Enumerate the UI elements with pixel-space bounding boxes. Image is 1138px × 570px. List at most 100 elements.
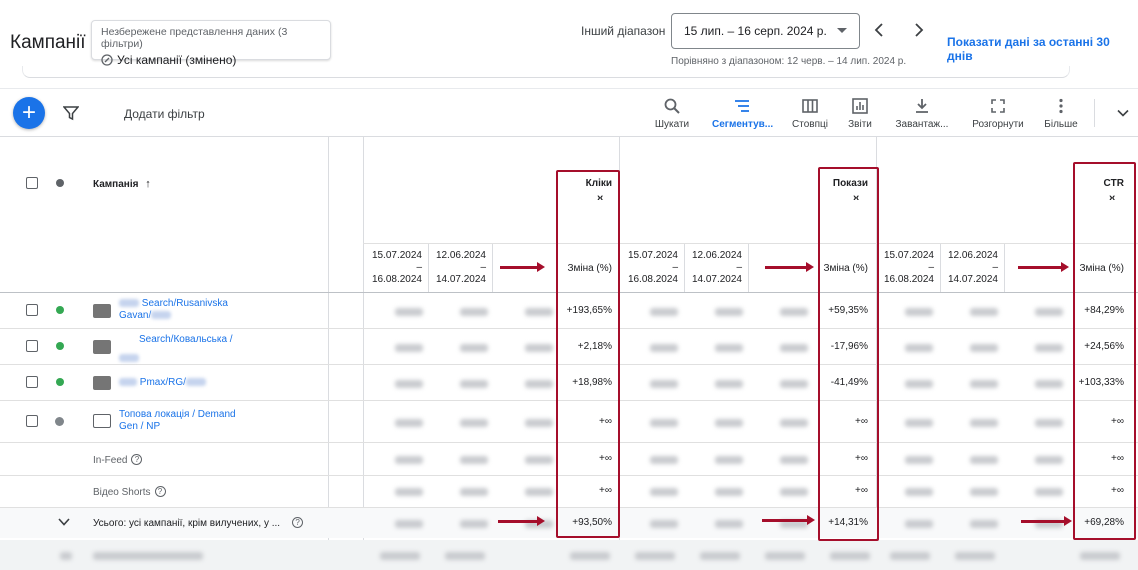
highlight-box-impressions <box>818 167 879 541</box>
annotation-arrow <box>1021 516 1072 526</box>
annotation-arrow <box>498 516 545 526</box>
redacted-value <box>715 488 743 496</box>
select-all-checkbox[interactable] <box>26 177 38 189</box>
tool-download[interactable]: Завантаж... <box>890 97 954 130</box>
download-icon <box>916 99 928 113</box>
range-type-label: Інший діапазон <box>581 24 666 38</box>
redacted-value <box>1035 308 1063 316</box>
redacted-value <box>460 520 488 528</box>
chevron-down-icon[interactable] <box>1116 106 1130 120</box>
redacted-value <box>525 419 553 427</box>
sub-row-label: Відео Shorts? <box>93 486 166 498</box>
redacted-value <box>1035 344 1063 352</box>
redacted-value <box>525 488 553 496</box>
divider <box>0 88 1138 89</box>
period-current-header[interactable]: 15.07.2024–16.08.2024 <box>622 250 678 286</box>
redacted-value <box>460 456 488 464</box>
column-divider <box>492 243 493 292</box>
campaign-link[interactable]: Search/Rusanivska Gavan/ <box>119 298 239 322</box>
row-checkbox[interactable] <box>26 415 38 427</box>
view-name: Усі кампанії (змінено) <box>117 53 237 67</box>
annotation-arrow <box>765 262 814 272</box>
redacted-value <box>780 456 808 464</box>
period-previous-header[interactable]: 12.06.2024–14.07.2024 <box>686 250 742 286</box>
dropdown-caret-icon <box>837 28 847 33</box>
sort-ascending-icon[interactable]: ↑ <box>145 178 151 190</box>
tool-columns[interactable]: Стовпці <box>790 97 830 130</box>
redacted-value <box>1035 380 1063 388</box>
redacted-value <box>460 419 488 427</box>
redacted-value <box>715 344 743 352</box>
campaign-column-header[interactable]: Кампанія ↑ <box>93 178 151 190</box>
row-divider <box>363 243 1138 244</box>
period-previous-header[interactable]: 12.06.2024–14.07.2024 <box>942 250 998 286</box>
campaign-header-label: Кампанія <box>93 179 139 190</box>
redacted-value <box>525 344 553 352</box>
chevron-right-icon[interactable] <box>908 20 928 40</box>
redacted-value <box>460 344 488 352</box>
tool-reports[interactable]: Звіти <box>845 97 875 130</box>
redacted-text <box>119 349 139 367</box>
tool-label: Розгорнути <box>972 119 1024 130</box>
status-enabled-icon <box>56 342 64 350</box>
help-icon[interactable]: ? <box>292 517 304 528</box>
help-icon[interactable]: ? <box>131 454 143 465</box>
redacted-value <box>395 380 423 388</box>
tool-label: Стовпці <box>792 119 828 130</box>
redacted-value <box>460 308 488 316</box>
filter-icon[interactable] <box>63 105 79 121</box>
help-icon[interactable]: ? <box>154 486 166 497</box>
divider <box>1094 99 1095 127</box>
search-campaign-icon <box>93 340 111 354</box>
tool-segment[interactable]: Сегментув... <box>712 97 773 130</box>
chevron-left-icon[interactable] <box>870 20 890 40</box>
redacted-value <box>1035 488 1063 496</box>
period-previous-header[interactable]: 12.06.2024–14.07.2024 <box>430 250 486 286</box>
redacted-value <box>460 488 488 496</box>
chevron-down-icon[interactable] <box>57 516 71 528</box>
row-checkbox[interactable] <box>26 304 38 316</box>
column-divider <box>684 243 685 292</box>
period-current-header[interactable]: 15.07.2024–16.08.2024 <box>366 250 422 286</box>
show-last-30-days-link[interactable]: Показати дані за останні 30 днів <box>947 35 1138 63</box>
redacted-value <box>650 308 678 316</box>
redacted-value <box>905 456 933 464</box>
add-filter-button[interactable]: Додати фільтр <box>124 107 205 121</box>
pmax-campaign-icon <box>93 376 111 390</box>
redacted-value <box>780 380 808 388</box>
redacted-value <box>970 520 998 528</box>
redacted-value <box>905 380 933 388</box>
row-checkbox[interactable] <box>26 340 38 352</box>
tool-expand[interactable]: Розгорнути <box>968 97 1028 130</box>
redacted-value <box>905 344 933 352</box>
tool-more[interactable]: Більше <box>1042 97 1080 130</box>
annotation-arrow <box>500 262 545 272</box>
tool-label: Шукати <box>654 119 690 130</box>
redacted-value <box>650 344 678 352</box>
tool-search[interactable]: Шукати <box>654 97 690 130</box>
campaign-link[interactable]: Pmax/RG/ <box>119 377 239 389</box>
redacted-value <box>970 419 998 427</box>
redacted-value <box>780 488 808 496</box>
date-range-picker[interactable]: 15 лип. – 16 серп. 2024 р. <box>671 13 860 49</box>
highlight-box-clicks <box>556 170 620 538</box>
redacted-value <box>970 456 998 464</box>
search-icon <box>664 98 680 114</box>
view-edit-icon <box>101 54 113 66</box>
campaign-link[interactable]: Топова локація / Demand Gen / NP <box>119 409 239 433</box>
redacted-value <box>1035 419 1063 427</box>
column-divider <box>940 243 941 292</box>
add-campaign-button[interactable]: + <box>13 97 45 129</box>
redacted-value <box>395 419 423 427</box>
redacted-value <box>780 344 808 352</box>
redacted-value <box>715 380 743 388</box>
status-column-icon <box>56 179 64 187</box>
redacted-value <box>525 456 553 464</box>
view-selector[interactable]: Незбережене представлення даних (3 фільт… <box>91 20 331 67</box>
row-checkbox[interactable] <box>26 376 38 388</box>
period-current-header[interactable]: 15.07.2024–16.08.2024 <box>878 250 934 286</box>
redacted-value <box>780 308 808 316</box>
redacted-value <box>715 308 743 316</box>
redacted-value <box>970 344 998 352</box>
campaign-link[interactable]: Search/Ковальська / <box>139 334 259 346</box>
